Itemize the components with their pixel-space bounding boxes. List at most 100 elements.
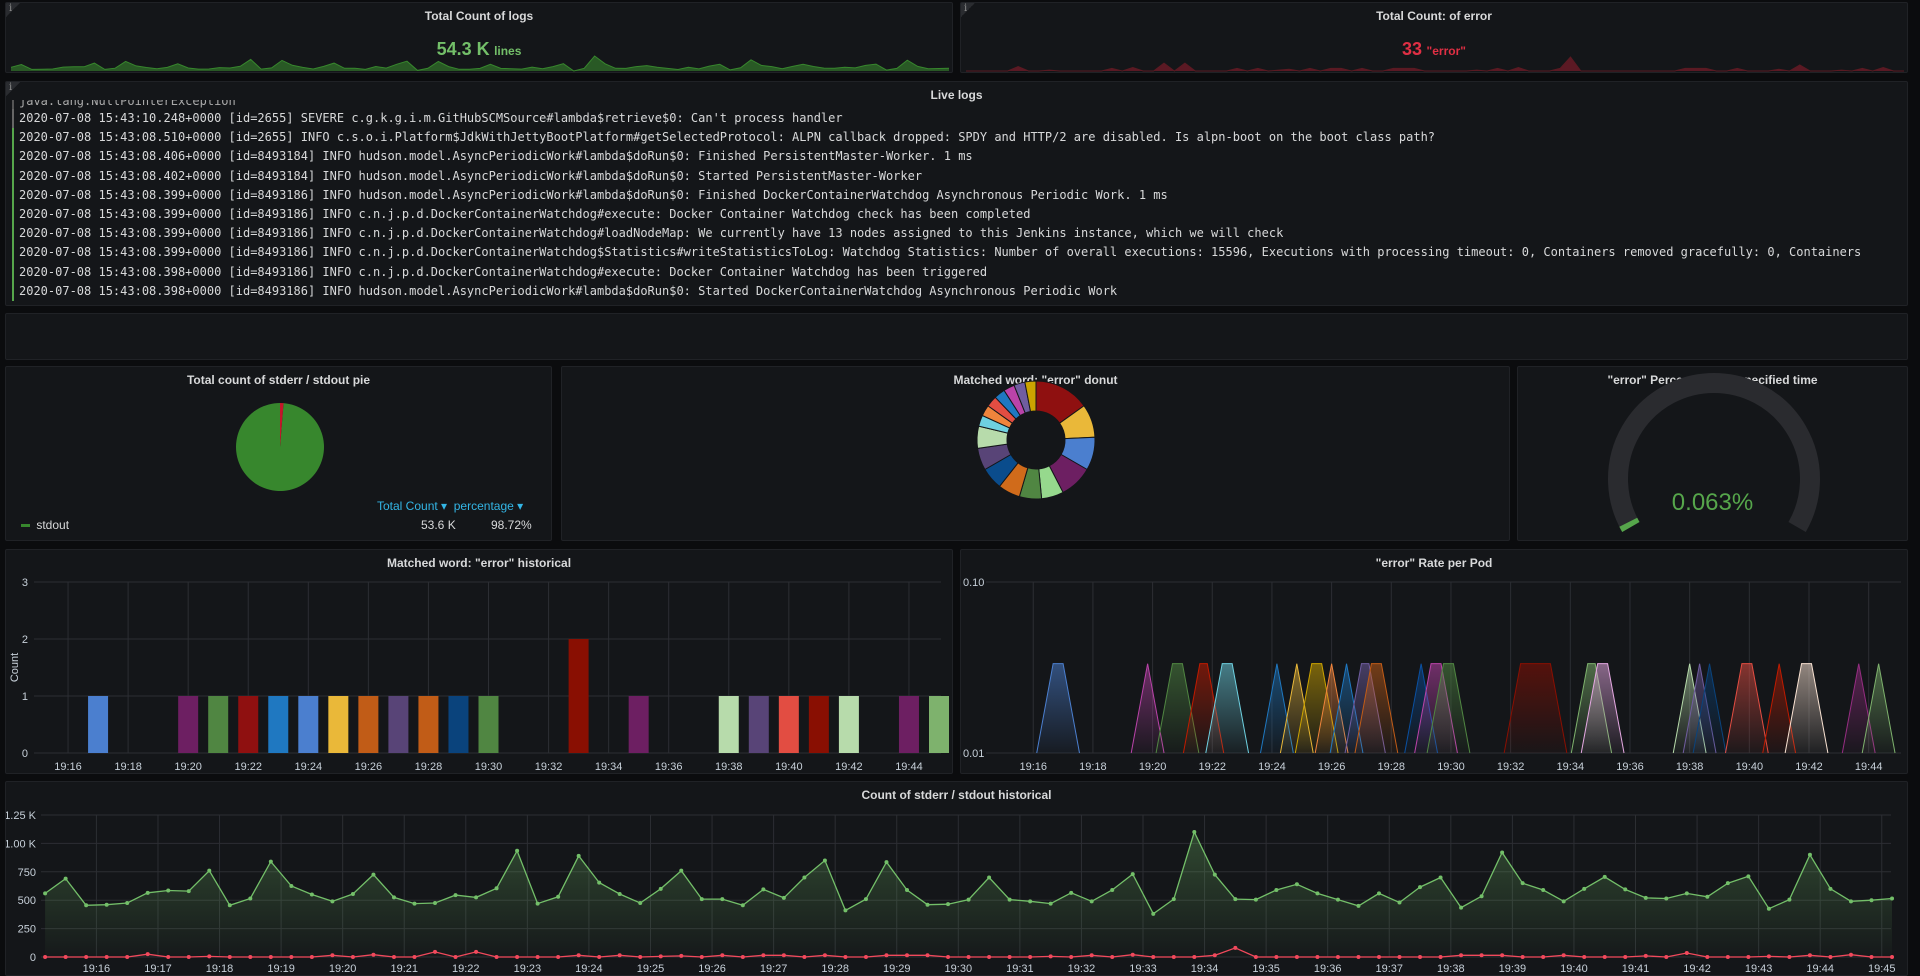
log-line[interactable]: 2020-07-08 15:43:08.398+0000 [id=8493186… bbox=[12, 281, 1901, 301]
data-point bbox=[1459, 905, 1464, 910]
data-point bbox=[1520, 955, 1525, 959]
data-point bbox=[268, 859, 273, 864]
log-line[interactable]: 2020-07-08 15:43:08.399+0000 [id=8493186… bbox=[12, 185, 1901, 205]
data-point bbox=[412, 901, 417, 906]
sort-total-count[interactable]: Total Count ▾ bbox=[377, 499, 447, 513]
data-point bbox=[43, 955, 48, 959]
x-tick-label: 19:30 bbox=[945, 963, 973, 975]
data-point bbox=[761, 953, 766, 958]
data-point bbox=[1069, 955, 1074, 959]
x-tick-label: 19:38 bbox=[1676, 761, 1704, 773]
data-point bbox=[104, 955, 109, 959]
bar bbox=[358, 696, 379, 753]
x-tick-label: 19:28 bbox=[1378, 761, 1406, 773]
data-point bbox=[1500, 953, 1505, 958]
data-point bbox=[740, 955, 745, 959]
data-point bbox=[1130, 952, 1135, 957]
log-line[interactable]: 2020-07-08 15:43:10.248+0000 [id=2655] S… bbox=[12, 109, 1901, 129]
data-point bbox=[1192, 955, 1197, 959]
data-point bbox=[412, 955, 417, 959]
x-tick-label: 19:36 bbox=[1616, 761, 1644, 773]
data-point bbox=[822, 953, 827, 958]
data-point bbox=[987, 875, 992, 880]
y-tick-label: 3 bbox=[22, 577, 28, 589]
data-point bbox=[227, 903, 232, 908]
data-point bbox=[679, 953, 684, 958]
data-point bbox=[433, 901, 438, 906]
data-point bbox=[699, 955, 704, 959]
x-tick-label: 19:30 bbox=[1437, 761, 1465, 773]
x-tick-label: 19:24 bbox=[575, 963, 603, 975]
data-point bbox=[1479, 953, 1484, 958]
data-point bbox=[535, 955, 540, 959]
log-line[interactable]: 2020-07-08 15:43:08.399+0000 [id=8493186… bbox=[12, 224, 1901, 244]
y-tick-label: 1 bbox=[22, 691, 28, 703]
data-point bbox=[720, 953, 725, 958]
data-point bbox=[1294, 955, 1299, 959]
data-point bbox=[1253, 897, 1258, 902]
x-tick-label: 19:24 bbox=[295, 761, 323, 773]
log-line[interactable]: 2020-07-08 15:43:08.398+0000 [id=8493186… bbox=[12, 262, 1901, 282]
data-point bbox=[966, 897, 971, 902]
bar bbox=[418, 696, 439, 753]
y-tick-label: 0.10 bbox=[963, 577, 984, 589]
data-point bbox=[515, 848, 520, 853]
bar bbox=[478, 696, 499, 753]
data-point bbox=[494, 886, 499, 891]
data-point bbox=[1335, 955, 1340, 959]
data-point bbox=[925, 953, 930, 958]
data-point bbox=[1315, 891, 1320, 896]
data-point bbox=[884, 953, 889, 958]
log-line[interactable]: 2020-07-08 15:43:08.399+0000 [id=8493186… bbox=[12, 243, 1901, 263]
y-tick-label: 750 bbox=[18, 867, 36, 879]
data-point bbox=[391, 955, 396, 959]
x-tick-label: 19:32 bbox=[1497, 761, 1525, 773]
total-logs-stat: 54.3 K lines bbox=[6, 39, 952, 60]
data-point bbox=[1151, 911, 1156, 916]
data-point bbox=[863, 955, 868, 959]
log-line[interactable]: 2020-07-08 15:43:08.510+0000 [id=2655] I… bbox=[12, 128, 1901, 148]
log-list[interactable]: java.lang.NullPointerException 2020-07-08… bbox=[12, 100, 1901, 301]
data-point bbox=[597, 880, 602, 885]
error-rate-panel: "error" Rate per Pod 19:16 19:18 19:20 19:2… bbox=[960, 549, 1908, 774]
legend-row-stdout[interactable]: stdout 53.6 K 98.72% bbox=[21, 518, 541, 532]
data-point bbox=[1356, 903, 1361, 908]
data-point bbox=[556, 894, 561, 899]
x-tick-label: 19:42 bbox=[1795, 761, 1823, 773]
data-point bbox=[1418, 885, 1423, 890]
data-point bbox=[1807, 953, 1812, 958]
data-point bbox=[145, 890, 150, 895]
total-logs-panel: i Total Count of logs 54.3 K lines bbox=[5, 2, 953, 73]
data-point bbox=[371, 872, 376, 877]
data-point bbox=[802, 955, 807, 959]
log-line[interactable]: 2020-07-08 15:43:08.406+0000 [id=8493184… bbox=[12, 147, 1901, 167]
data-point bbox=[1007, 955, 1012, 959]
data-point bbox=[1848, 952, 1853, 957]
data-point bbox=[1110, 955, 1115, 959]
pod-spike-area bbox=[1036, 663, 1080, 753]
data-point bbox=[166, 955, 171, 959]
data-point bbox=[1376, 955, 1381, 959]
log-line[interactable]: java.lang.NullPointerException bbox=[12, 100, 1901, 109]
stat-value: 33 bbox=[1402, 39, 1423, 59]
data-point bbox=[309, 892, 314, 897]
log-line[interactable]: 2020-07-08 15:43:08.399+0000 [id=8493186… bbox=[12, 204, 1901, 225]
x-tick-label: 19:33 bbox=[1129, 963, 1157, 975]
data-point bbox=[1766, 906, 1771, 911]
data-point bbox=[905, 953, 910, 958]
data-point bbox=[104, 902, 109, 907]
series-area bbox=[45, 832, 1893, 957]
live-logs-panel: i Live logs java.lang.NullPointerExcepti… bbox=[5, 81, 1908, 306]
data-point bbox=[1869, 955, 1874, 959]
data-point bbox=[186, 889, 191, 894]
x-tick-label: 19:16 bbox=[83, 963, 111, 975]
log-line[interactable]: 2020-07-08 15:43:08.402+0000 [id=8493184… bbox=[12, 166, 1901, 186]
data-point bbox=[1397, 955, 1402, 959]
x-tick-label: 19:43 bbox=[1745, 963, 1773, 975]
data-point bbox=[145, 952, 150, 957]
data-point bbox=[1151, 955, 1156, 959]
error-rate-chart: 19:16 19:18 19:20 19:22 19:24 19:26 19:28 19:30… bbox=[963, 577, 1901, 773]
data-point bbox=[1541, 887, 1546, 892]
data-point bbox=[515, 955, 520, 959]
sort-percentage[interactable]: percentage ▾ bbox=[454, 499, 523, 513]
